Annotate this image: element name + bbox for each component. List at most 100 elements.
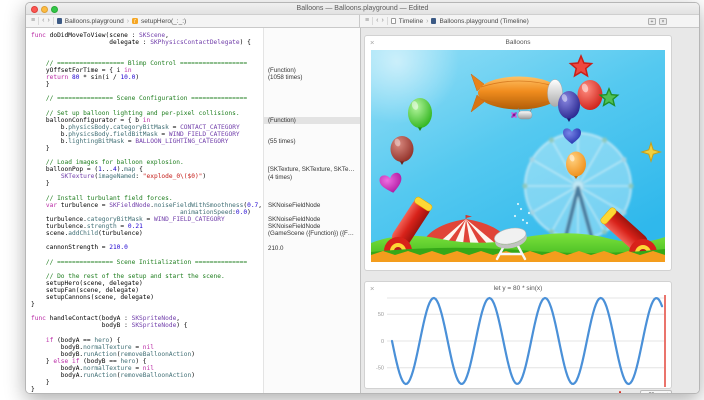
- result-item[interactable]: (Function): [264, 117, 360, 124]
- code-line: // ================== Blimp Control ====…: [31, 60, 263, 67]
- divider: [53, 17, 54, 25]
- code-line: turbulence.strength = 0.21: [31, 223, 263, 230]
- code-line: [31, 308, 263, 315]
- result-item[interactable]: [SKTexture, SKTexture, SKTe…: [264, 166, 360, 173]
- breadcrumb-file[interactable]: Balloons.playground: [65, 18, 124, 25]
- y-tick-neg50: -50: [376, 366, 384, 372]
- source-editor[interactable]: func doDidMoveToView(scene : SKScene, de…: [26, 28, 263, 394]
- code-line: [31, 266, 263, 273]
- result-item[interactable]: 210.0: [264, 245, 360, 252]
- result-item[interactable]: SKNoiseFieldNode: [264, 223, 360, 230]
- code-line: b.physicsBody.fieldBitMask = WIND_FIELD_…: [31, 131, 263, 138]
- code-line: // Do the rest of the setup and start th…: [31, 273, 263, 280]
- code-line: }: [31, 180, 263, 187]
- close-assistant-editor-button[interactable]: ×: [659, 18, 667, 25]
- code-line: } else if (bodyB == hero) {: [31, 358, 263, 365]
- close-icon[interactable]: ×: [370, 36, 374, 50]
- code-line: if (bodyA == hero) {: [31, 337, 263, 344]
- related-items-icon[interactable]: ≡: [365, 15, 369, 27]
- code-line: }: [31, 81, 263, 88]
- code-line: [31, 237, 263, 244]
- code-line: SKTexture(imageNamed: "explode_0\($0)"): [31, 173, 263, 180]
- result-item[interactable]: (1058 times): [264, 74, 360, 81]
- code-line: b.physicsBody.categoryBitMask = CONTACT_…: [31, 124, 263, 131]
- code-line: setupCannons(scene, delegate): [31, 294, 263, 301]
- scrubber-thumb[interactable]: [619, 391, 622, 395]
- sine-graph: 50 0 -50: [369, 295, 667, 387]
- divider: [387, 17, 388, 25]
- code-line: setupFan(scene, delegate): [31, 287, 263, 294]
- code-line: bodyA.normalTexture = nil: [31, 365, 263, 372]
- add-assistant-editor-button[interactable]: +: [648, 18, 656, 25]
- code-line: [31, 251, 263, 258]
- duration-decrease-button[interactable]: −: [643, 392, 646, 395]
- forward-button[interactable]: ›: [381, 15, 383, 27]
- close-icon[interactable]: ×: [370, 282, 374, 295]
- back-button[interactable]: ‹: [376, 15, 378, 27]
- code-line: cannonStrength = 210.0: [31, 244, 263, 251]
- close-button[interactable]: [31, 6, 38, 13]
- code-line: return 80 * sin(i / 10.0): [31, 74, 263, 81]
- code-line: var turbulence = SKFieldNode.noiseFieldW…: [31, 202, 263, 209]
- y-axis-labels: 50 0 -50: [376, 312, 384, 372]
- code-line: // Set up balloon lighting and per-pixel…: [31, 110, 263, 117]
- code-line: balloonConfigurator = { b in: [31, 117, 263, 124]
- breadcrumb-timeline-file[interactable]: Balloons.playground (Timeline): [439, 18, 528, 25]
- code-line: bodyB : SKSpriteNode) {: [31, 322, 263, 329]
- result-item[interactable]: SKNoiseFieldNode: [264, 216, 360, 223]
- result-item[interactable]: SKNoiseFieldNode: [264, 202, 360, 209]
- graph-result-card: × let y = 80 * sin(x) 50 0: [364, 281, 672, 389]
- code-line: yOffsetForTime = { i in: [31, 67, 263, 74]
- desktop: Balloons — Balloons.playground — Edited …: [0, 0, 704, 400]
- divider: [38, 17, 39, 25]
- code-line: }: [31, 379, 263, 386]
- jump-bars: ≡ ‹ › Balloons.playground › ƒ setupHero(…: [26, 15, 699, 28]
- code-line: [31, 53, 263, 60]
- duration-value: 30 sec: [649, 392, 664, 395]
- xcode-playground-window: Balloons — Balloons.playground — Edited …: [25, 2, 700, 394]
- y-tick-50: 50: [378, 312, 384, 318]
- code-line: turbulence.categoryBitMask = WIND_FIELD_…: [31, 216, 263, 223]
- code-lines: func doDidMoveToView(scene : SKScene, de…: [31, 32, 263, 394]
- window-title: Balloons — Balloons.playground — Edited: [26, 3, 699, 14]
- scene-result-card: × Balloons: [364, 35, 672, 271]
- result-item[interactable]: (55 times): [264, 138, 360, 145]
- code-line: func handleContact(bodyA : SKSpriteNode,: [31, 315, 263, 322]
- breadcrumb-symbol[interactable]: setupHero(_:_:): [141, 18, 186, 25]
- scene-title: Balloons: [506, 39, 531, 46]
- code-line: bodyB.runAction(removeBalloonAction): [31, 351, 263, 358]
- source-jump-bar: ≡ ‹ › Balloons.playground › ƒ setupHero(…: [26, 15, 360, 27]
- results-sidebar: (Function)(1058 times)(Function)(55 time…: [263, 28, 360, 394]
- scrubber-track[interactable]: [364, 393, 635, 394]
- playground-doc-icon: [431, 18, 436, 24]
- duration-increase-button[interactable]: +: [666, 392, 669, 395]
- result-item[interactable]: (Function): [264, 67, 360, 74]
- related-items-icon[interactable]: ≡: [31, 15, 35, 27]
- code-line: b.lightingBitMask = BALLOON_LIGHTING_CAT…: [31, 138, 263, 145]
- timeline-doc-icon: [391, 18, 396, 24]
- assistant-editor-buttons: + ×: [648, 18, 667, 25]
- code-line: [31, 188, 263, 195]
- forward-button[interactable]: ›: [47, 15, 49, 27]
- scene-card-header: × Balloons: [365, 36, 671, 50]
- zoom-button[interactable]: [51, 6, 58, 13]
- result-item[interactable]: (4 times): [264, 174, 360, 181]
- breadcrumb-timeline[interactable]: Timeline: [399, 18, 423, 25]
- code-line: delegate : SKPhysicsContactDelegate) {: [31, 39, 263, 46]
- code-line: animationSpeed:0.0): [31, 209, 263, 216]
- code-line: func doDidMoveToView(scene : SKScene,: [31, 32, 263, 39]
- duration-stepper: − 30 sec +: [640, 390, 672, 394]
- code-line: }: [31, 386, 263, 393]
- divider: [372, 17, 373, 25]
- code-line: [31, 46, 263, 53]
- back-button[interactable]: ‹: [42, 15, 44, 27]
- code-line: }: [31, 301, 263, 308]
- graph-card-header: × let y = 80 * sin(x): [365, 282, 671, 295]
- code-line: // Load images for balloon explosion.: [31, 159, 263, 166]
- minimize-button[interactable]: [41, 6, 48, 13]
- result-item[interactable]: (GameScene ({Function}) ({F…: [264, 230, 360, 237]
- y-tick-0: 0: [381, 339, 384, 345]
- playground-doc-icon: [57, 18, 62, 24]
- code-line: scene.addChild(turbulence): [31, 230, 263, 237]
- code-line: [31, 152, 263, 159]
